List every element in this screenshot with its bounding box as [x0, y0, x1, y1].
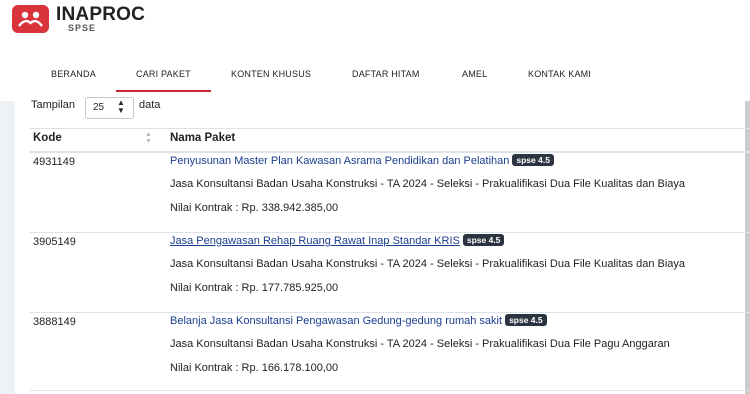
page-length-select[interactable]: 25 ▲ ▼	[85, 97, 134, 119]
spse-version-badge: spse 4.5	[462, 234, 505, 246]
main-nav: BERANDA CARI PAKET KONTEN KHUSUS DAFTAR …	[0, 64, 750, 92]
row-kode: 3905149	[33, 236, 76, 248]
nav-konten-khusus[interactable]: KONTEN KHUSUS	[231, 64, 311, 90]
row-description: Jasa Konsultansi Badan Usaha Konstruksi …	[170, 178, 686, 190]
nav-daftar-hitam[interactable]: DAFTAR HITAM	[352, 64, 420, 90]
brand-subtitle: SPSE	[68, 23, 97, 33]
spse-version-badge: spse 4.5	[512, 154, 554, 166]
length-suffix-label: data	[139, 99, 161, 111]
select-updown-icon: ▲ ▼	[117, 98, 125, 115]
row-contract-value: Nilai Kontrak : Rp. 177.785.925,00	[170, 282, 339, 294]
row-description: Jasa Konsultansi Badan Usaha Konstruksi …	[170, 338, 670, 350]
row-title-line: Penyusunan Master Plan Kawasan Asrama Pe…	[170, 154, 554, 167]
table-row: 3905149 Jasa Pengawasan Rehap Ruang Rawa…	[30, 234, 750, 313]
row-contract-value: Nilai Kontrak : Rp. 338.942.385,00	[170, 202, 339, 214]
package-title-link[interactable]: Belanja Jasa Konsultansi Pengawasan Gedu…	[170, 315, 502, 327]
length-prefix-label: Tampilan	[31, 99, 76, 111]
package-title-link[interactable]: Jasa Pengawasan Rehap Ruang Rawat Inap S…	[170, 235, 460, 247]
people-group-icon	[18, 11, 43, 27]
page-length-value: 25	[93, 102, 105, 113]
sort-icon[interactable]: ▲ ▼	[145, 131, 152, 145]
sidebar-gutter	[0, 101, 15, 394]
table-row: 4931149 Penyusunan Master Plan Kawasan A…	[30, 154, 750, 233]
row-title-line: Jasa Pengawasan Rehap Ruang Rawat Inap S…	[170, 234, 505, 247]
nav-kontak-kami[interactable]: KONTAK KAMI	[528, 64, 591, 90]
table-bottom-border	[30, 390, 750, 391]
row-kode: 4931149	[33, 156, 76, 168]
table-header: Kode ▲ ▼ Nama Paket	[30, 128, 750, 153]
site-header: INAPROC SPSE BERANDA CARI PAKET KONTEN K…	[0, 0, 750, 100]
nav-amel[interactable]: AMEL	[462, 64, 487, 90]
table-row: 3888149 Belanja Jasa Konsultansi Pengawa…	[30, 314, 750, 388]
package-title-link[interactable]: Penyusunan Master Plan Kawasan Asrama Pe…	[170, 155, 509, 167]
column-header-kode[interactable]: Kode	[33, 132, 62, 144]
column-header-nama-paket[interactable]: Nama Paket	[170, 132, 235, 144]
row-kode: 3888149	[33, 316, 76, 328]
row-description: Jasa Konsultansi Badan Usaha Konstruksi …	[170, 258, 686, 270]
nav-beranda[interactable]: BERANDA	[51, 64, 96, 90]
row-contract-value: Nilai Kontrak : Rp. 166.178.100,00	[170, 362, 339, 374]
row-title-line: Belanja Jasa Konsultansi Pengawasan Gedu…	[170, 314, 547, 327]
spse-version-badge: spse 4.5	[505, 314, 547, 326]
nav-cari-paket[interactable]: CARI PAKET	[116, 64, 211, 92]
inaproc-logo[interactable]	[12, 5, 49, 33]
